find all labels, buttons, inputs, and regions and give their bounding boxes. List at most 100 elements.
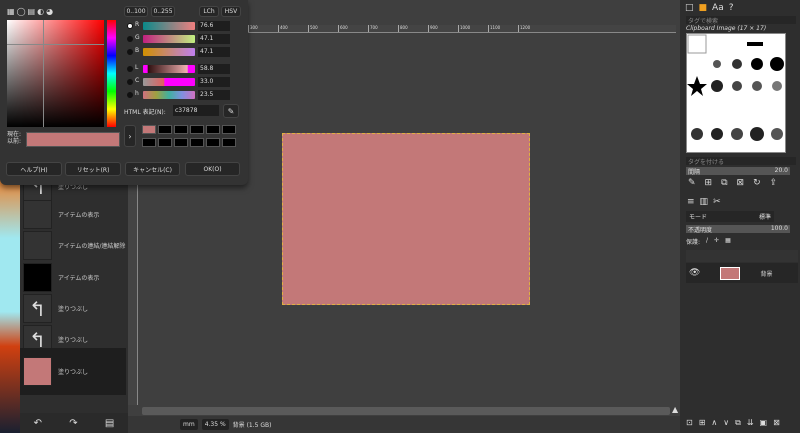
color-history-swatch[interactable] [142,138,156,147]
lock-position-icon[interactable]: ✛ [714,237,719,246]
lch-button[interactable]: LCh [199,6,219,17]
channel-value-c[interactable]: 33.0 [198,77,230,87]
ok-button[interactable]: OK(O) [185,162,240,176]
horizontal-scrollbar[interactable] [142,407,670,415]
redo-icon[interactable]: ↷ [69,418,77,429]
channel-slider-r[interactable] [143,22,195,30]
ruler-tick-label: 600 [338,25,368,32]
color-history-swatch[interactable] [222,138,236,147]
brush-grid[interactable] [686,33,786,153]
ruler-tick-label: 500 [308,25,338,32]
layers-tab-icon[interactable]: ≡ [687,197,695,207]
channel-slider-h[interactable] [143,91,195,99]
color-history-swatch[interactable] [190,125,204,134]
new-layer-icon[interactable]: ⊡ [686,418,693,428]
help-tab-icon[interactable]: ? [729,3,734,13]
color-history-swatch[interactable] [190,138,204,147]
tag-input[interactable]: タグを付ける [686,157,796,166]
edit-brush-icon[interactable]: ✎ [688,178,696,188]
color-history-swatch[interactable] [158,138,172,147]
refresh-icon[interactable]: ↻ [753,178,761,188]
color-history-swatch[interactable] [142,125,156,134]
channel-slider-l[interactable] [143,65,195,73]
lock-pixels-icon[interactable]: / [706,237,708,246]
hue-strip[interactable] [107,20,116,127]
image-canvas[interactable] [282,133,530,305]
clear-history-icon[interactable]: ▤ [105,418,114,429]
html-notation-input[interactable]: c37878 [173,105,219,116]
undo-icon[interactable]: ↶ [34,418,42,429]
watercolor-tab-icon[interactable]: ◐ [37,7,44,16]
channel-value-l[interactable]: 58.8 [198,64,230,74]
channel-radio-c[interactable] [127,79,133,85]
mode-value: 標準 [758,214,771,221]
status-info: 背景 (1.5 GB) [232,422,272,429]
channel-slider-c[interactable] [143,78,195,86]
channel-slider-g[interactable] [143,35,195,43]
range-0-100-button[interactable]: 0..100 [124,6,148,17]
unit-select[interactable]: mm [180,419,198,430]
cmyk-tab-icon[interactable]: ▤ [28,7,36,16]
mask-icon[interactable]: ▣ [760,418,768,428]
channel-radio-r[interactable] [127,23,133,29]
delete-brush-icon[interactable]: ⊠ [737,178,745,188]
opacity-slider[interactable]: 不透明度 100.0 [686,225,790,234]
palette-tab-icon[interactable]: ◕ [46,7,53,16]
patterns-tab-icon[interactable]: ■ [699,3,708,13]
mode-select[interactable]: モード 標準 [686,211,774,222]
channels-tab-icon[interactable]: ▥ [700,197,709,207]
zoom-select[interactable]: 4.35 % [201,419,229,430]
history-item-selected[interactable]: 塗りつぶし [20,348,126,395]
spacing-slider[interactable]: 間隔 20.0 [686,167,790,176]
saturation-value-area[interactable] [7,20,104,127]
channel-slider-b[interactable] [143,48,195,56]
color-history-swatch[interactable] [174,125,188,134]
color-picker-icon[interactable]: ✎ [223,104,239,118]
channel-radio-h[interactable] [127,92,133,98]
visibility-eye-icon[interactable]: 👁 [689,268,700,278]
new-brush-icon[interactable]: ⊞ [705,178,713,188]
scale-tab-icon[interactable]: ▦ [7,7,15,16]
channel-radio-g[interactable] [127,36,133,42]
channel-radio-b[interactable] [127,49,133,55]
html-notation-label: HTML 表記(N): [124,109,166,116]
new-group-icon[interactable]: ⊞ [699,418,706,428]
channel-value-b[interactable]: 47.1 [198,47,230,57]
brushes-tab-icon[interactable]: □ [685,3,694,13]
channel-value-g[interactable]: 47.1 [198,34,230,44]
reset-button[interactable]: リセット(R) [65,162,121,176]
ruler-tick-label: 800 [398,25,428,32]
delete-layer-icon[interactable]: ⊠ [773,418,780,428]
color-dialog: ▦ ◯ ▤ ◐ ◕ 現在: 以前: 0..100 0..255 LCh HSV R 76.… [0,0,248,185]
color-history-swatch[interactable] [222,125,236,134]
duplicate-layer-icon[interactable]: ⧉ [735,418,741,428]
help-button[interactable]: ヘルプ(H) [6,162,62,176]
color-history-swatch[interactable] [206,138,220,147]
expand-history-button[interactable]: › [124,125,136,147]
color-history-swatch[interactable] [158,125,172,134]
range-0-255-button[interactable]: 0..255 [151,6,175,17]
color-history-swatch[interactable] [206,125,220,134]
duplicate-brush-icon[interactable]: ⧉ [721,178,727,188]
hsv-button[interactable]: HSV [221,6,241,17]
color-history-swatch[interactable] [174,138,188,147]
cancel-button[interactable]: キャンセル(C) [125,162,180,176]
ruler-tick-label: 400 [278,25,308,32]
tag-search-input[interactable]: タグで検索 [686,16,796,25]
navigate-icon[interactable]: ▲ [672,405,678,414]
paths-tab-icon[interactable]: ✂ [713,197,721,207]
lock-alpha-icon[interactable]: ▦ [725,237,731,246]
raise-layer-icon[interactable]: ∧ [711,418,717,428]
channel-radio-l[interactable] [127,66,133,72]
layer-row[interactable]: 👁 背景 [686,263,798,283]
lower-layer-icon[interactable]: ∨ [723,418,729,428]
channel-value-h[interactable]: 23.5 [198,90,230,100]
layer-name: 背景 [760,270,773,278]
merge-layer-icon[interactable]: ⇊ [747,418,754,428]
history-toolbar: ↶ ↷ ▤ [20,413,128,433]
channel-value-r[interactable]: 76.6 [198,21,230,31]
opacity-value: 100.0 [770,225,788,232]
fonts-tab-icon[interactable]: Aa [712,3,724,13]
export-icon[interactable]: ⇪ [770,178,778,188]
wheel-tab-icon[interactable]: ◯ [17,7,26,16]
